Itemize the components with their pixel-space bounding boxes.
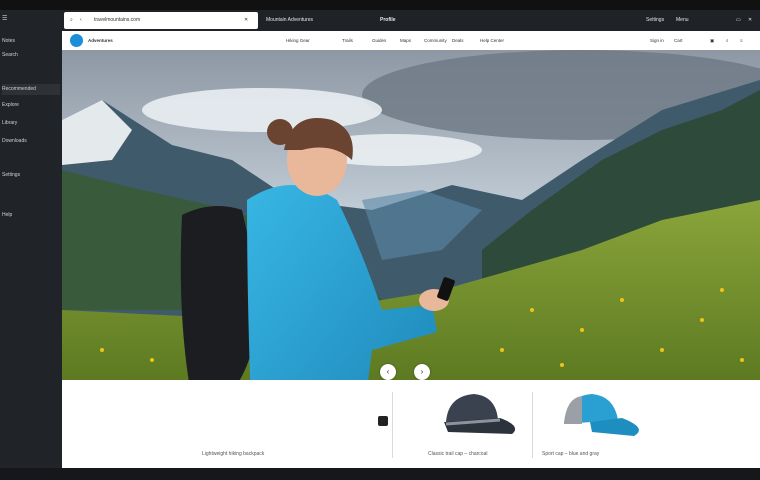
browser-chrome: ⌕ ‹ travelmountains.com ✕ Mountain Adven… <box>62 10 760 31</box>
hero-image: ‹ › <box>62 50 760 380</box>
sidebar-item-explore[interactable]: Explore <box>2 100 60 111</box>
site-navigation: Adventures Hiking Gear Trails Guides Map… <box>62 31 760 51</box>
chevron-left-icon: ‹ <box>386 367 390 376</box>
sidebar-item-recommended[interactable]: Recommended <box>2 84 60 95</box>
sidebar-item-label: Recommended <box>2 86 36 92</box>
sidebar-item-search[interactable]: Search <box>2 50 60 61</box>
product-divider <box>392 392 393 458</box>
cart-icon[interactable]: ▣ <box>710 38 714 44</box>
cap-icon <box>564 394 639 436</box>
sidebar-item-label: Search <box>2 52 18 58</box>
nav-cart[interactable]: Cart <box>674 38 683 43</box>
product-divider <box>532 392 533 458</box>
nav-link-community[interactable]: Community <box>424 38 447 43</box>
top-bar <box>0 0 760 10</box>
product-strip: Lightweight hiking backpack Classic trai… <box>62 380 760 468</box>
sidebar-item-notes[interactable]: Notes <box>2 36 60 47</box>
menu-icon: ☰ <box>2 16 8 22</box>
nav-link-help-center[interactable]: Help Center <box>480 38 504 43</box>
close-tab-icon[interactable]: ✕ <box>244 17 248 23</box>
nav-link-hiking-gear[interactable]: Hiking Gear <box>286 38 310 43</box>
window-close-icon[interactable]: ✕ <box>748 17 752 23</box>
sidebar-item-library[interactable]: Library <box>2 118 60 129</box>
sidebar-item-label: Notes <box>2 38 16 44</box>
search-icon[interactable]: ⌕ <box>726 38 729 43</box>
nav-link-trails[interactable]: Trails <box>342 38 353 43</box>
address-text: travelmountains.com <box>94 17 141 23</box>
product-card[interactable]: Sport cap – blue and gray <box>540 380 680 468</box>
sidebar-item-blank[interactable] <box>2 68 60 79</box>
sidebar-item-label: Downloads <box>2 138 27 144</box>
search-icon: ⌕ <box>70 17 73 23</box>
chevron-right-icon: › <box>420 367 424 376</box>
window-label-settings[interactable]: Settings <box>646 17 664 23</box>
window-label-menu[interactable]: Menu <box>676 17 689 23</box>
sidebar-item-downloads[interactable]: Downloads <box>2 136 60 147</box>
page-title: Mountain Adventures <box>266 17 313 23</box>
sidebar-item-help[interactable]: Help <box>2 210 60 221</box>
backpack-icon <box>378 416 388 426</box>
window-label-profile: Profile <box>380 17 396 23</box>
browser-window: ⌕ ‹ travelmountains.com ✕ Mountain Adven… <box>62 10 760 468</box>
sidebar-item-label: Help <box>2 212 13 218</box>
sidebar-item-label: Library <box>2 120 18 126</box>
carousel-prev-button[interactable]: ‹ <box>380 364 396 380</box>
sidebar-item-label: Explore <box>2 102 19 108</box>
product-caption: Sport cap – blue and gray <box>542 451 600 457</box>
product-caption: Lightweight hiking backpack <box>202 451 265 457</box>
back-icon[interactable]: ‹ <box>80 17 82 23</box>
sidebar-item-settings[interactable]: Settings <box>2 170 60 181</box>
carousel-next-button[interactable]: › <box>414 364 430 380</box>
bottom-bar <box>0 468 760 480</box>
window-minimize-icon[interactable]: ▭ <box>736 17 741 23</box>
hero-photo <box>62 50 760 380</box>
nav-link-deals[interactable]: Deals <box>452 38 464 43</box>
address-bar[interactable]: ⌕ ‹ travelmountains.com ✕ <box>64 12 258 29</box>
product-caption: Classic trail cap – charcoal <box>428 451 488 457</box>
site-brand[interactable]: Adventures <box>88 38 113 43</box>
product-card[interactable]: Classic trail cap – charcoal <box>414 380 532 468</box>
site-logo[interactable] <box>70 34 83 47</box>
cap-icon <box>444 394 516 434</box>
left-sidebar: ☰ Notes Search Recommended Explore Libra… <box>0 10 62 468</box>
nav-sign-in[interactable]: Sign in <box>650 38 664 43</box>
menu-icon[interactable]: ≡ <box>740 38 743 43</box>
nav-link-maps[interactable]: Maps <box>400 38 411 43</box>
sidebar-item-label: Settings <box>2 172 21 178</box>
sidebar-item-menu[interactable]: ☰ <box>2 14 60 25</box>
product-card[interactable]: Lightweight hiking backpack <box>202 380 392 468</box>
nav-link-guides[interactable]: Guides <box>372 38 386 43</box>
